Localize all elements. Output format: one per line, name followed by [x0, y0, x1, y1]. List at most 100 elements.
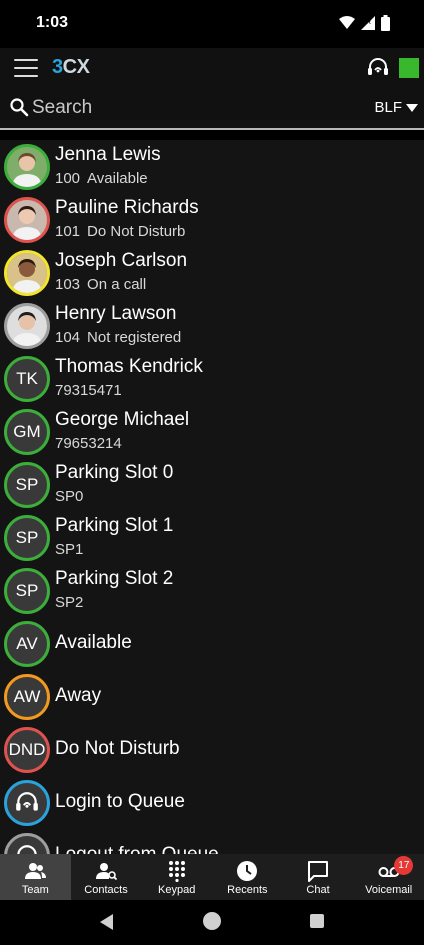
tab-recents[interactable]: Recents — [212, 854, 283, 900]
headset-icon — [4, 779, 50, 826]
status-action-row[interactable]: DND Do Not Disturb — [0, 723, 424, 776]
contact-text: Joseph Carlson 103 On a call — [55, 250, 187, 294]
status-action-label: Login to Queue — [55, 791, 185, 812]
svg-text:R: R — [366, 19, 371, 26]
contact-text: Parking Slot 2 SP2 — [55, 568, 173, 612]
contact-list: Jenna Lewis 100 Available Pauline Richards 1… — [0, 140, 424, 854]
status-action-row[interactable]: AW Away — [0, 670, 424, 723]
wifi-icon — [339, 16, 355, 29]
contact-avatar-initials: GM — [4, 408, 50, 455]
app-logo: 3CX — [52, 56, 90, 78]
contact-avatar-initials: SP — [4, 514, 50, 561]
search-input[interactable] — [32, 96, 332, 120]
contact-row[interactable]: GM George Michael 79653214 — [0, 405, 424, 458]
status-action-row[interactable]: Logout from Queue — [0, 829, 424, 854]
contact-avatar-initials: SP — [4, 461, 50, 508]
home-icon[interactable] — [203, 912, 221, 930]
contact-name: Pauline Richards — [55, 197, 199, 218]
tab-label: Contacts — [84, 884, 128, 896]
contact-number: SP0 — [55, 488, 84, 505]
contact-text: Parking Slot 1 SP1 — [55, 515, 173, 559]
back-icon[interactable] — [100, 914, 113, 930]
contact-avatar-photo — [4, 249, 50, 296]
signal-icon: R — [361, 16, 375, 30]
bottom-nav: Team Contacts Keypad Recents Chat Voicem… — [0, 854, 424, 900]
contact-row[interactable]: TK Thomas Kendrick 79315471 — [0, 352, 424, 405]
status-action-badge: AW — [4, 673, 50, 720]
team-icon — [25, 863, 47, 879]
tab-voicemail[interactable]: Voicemail 17 — [353, 854, 424, 900]
contact-text: Thomas Kendrick 79315471 — [55, 356, 203, 400]
contact-name: Parking Slot 0 — [55, 462, 174, 483]
contact-row[interactable]: Joseph Carlson 103 On a call — [0, 246, 424, 299]
contact-number: 79653214 — [55, 435, 122, 452]
contact-status: Available — [87, 170, 148, 187]
contacts-icon — [96, 863, 117, 881]
presence-status-button[interactable] — [399, 58, 419, 78]
status-time: 1:03 — [36, 14, 69, 31]
contact-detail: SP0 — [55, 488, 173, 506]
voicemail-count-badge: 17 — [394, 856, 414, 875]
status-action-label: Available — [55, 632, 132, 653]
status-icons: R — [339, 15, 390, 31]
menu-icon[interactable] — [14, 57, 38, 79]
contact-text: Henry Lawson 104 Not registered — [55, 303, 181, 347]
caret-down-icon — [406, 103, 418, 112]
contact-row[interactable]: Pauline Richards 101 Do Not Disturb — [0, 193, 424, 246]
contact-detail: 103 On a call — [55, 276, 187, 294]
status-action-row[interactable]: Login to Queue — [0, 776, 424, 829]
contact-avatar-photo — [4, 143, 50, 190]
status-action-row[interactable]: AV Available — [0, 617, 424, 670]
search-icon — [10, 98, 29, 117]
contact-status: On a call — [87, 276, 147, 293]
contact-row[interactable]: SP Parking Slot 0 SP0 — [0, 458, 424, 511]
tab-contacts[interactable]: Contacts — [71, 854, 142, 900]
tab-label: Voicemail — [365, 884, 413, 896]
tab-label: Keypad — [158, 884, 196, 896]
headset-icon — [4, 832, 50, 854]
contact-detail: SP1 — [55, 541, 173, 559]
system-navigation-bar — [0, 900, 424, 945]
contact-extension: 104 — [55, 329, 81, 346]
status-action-label: Away — [55, 685, 102, 706]
clock-icon — [237, 861, 258, 881]
tab-chat[interactable]: Chat — [283, 854, 354, 900]
contact-detail: 104 Not registered — [55, 329, 181, 347]
contact-name: Parking Slot 2 — [55, 568, 174, 589]
chat-icon — [308, 861, 329, 882]
contact-row[interactable]: Henry Lawson 104 Not registered — [0, 299, 424, 352]
tab-keypad[interactable]: Keypad — [141, 854, 212, 900]
status-bar: 1:03 R — [0, 0, 424, 48]
contact-detail: SP2 — [55, 594, 173, 612]
contact-extension: 101 — [55, 223, 81, 240]
blf-filter-dropdown[interactable]: BLF — [374, 99, 418, 116]
tab-team[interactable]: Team — [0, 854, 71, 900]
contact-text: Pauline Richards 101 Do Not Disturb — [55, 197, 199, 241]
contact-detail: 79315471 — [55, 382, 203, 400]
contact-detail: 100 Available — [55, 170, 161, 188]
contact-row[interactable]: SP Parking Slot 1 SP1 — [0, 511, 424, 564]
contact-name: Joseph Carlson — [55, 250, 188, 271]
status-action-badge: DND — [4, 726, 50, 773]
app-bar: 3CX — [0, 48, 424, 88]
status-action-badge: AV — [4, 620, 50, 667]
recent-apps-icon[interactable] — [310, 914, 324, 928]
contact-status: Do Not Disturb — [87, 223, 186, 240]
contact-row[interactable]: Jenna Lewis 100 Available — [0, 140, 424, 193]
tab-label: Chat — [306, 884, 330, 896]
status-action-label: Logout from Queue — [55, 844, 219, 854]
contact-name: George Michael — [55, 409, 190, 430]
contact-text: Parking Slot 0 SP0 — [55, 462, 173, 506]
contact-number: SP1 — [55, 541, 84, 558]
battery-icon — [381, 15, 390, 31]
contact-detail: 101 Do Not Disturb — [55, 223, 199, 241]
contact-avatar-initials: SP — [4, 567, 50, 614]
contact-name: Jenna Lewis — [55, 144, 161, 165]
contact-name: Thomas Kendrick — [55, 356, 203, 377]
contact-text: George Michael 79653214 — [55, 409, 189, 453]
contact-avatar-photo — [4, 302, 50, 349]
queue-headset-icon[interactable] — [366, 56, 390, 80]
contact-text: Jenna Lewis 100 Available — [55, 144, 161, 188]
contact-extension: 103 — [55, 276, 81, 293]
contact-row[interactable]: SP Parking Slot 2 SP2 — [0, 564, 424, 617]
